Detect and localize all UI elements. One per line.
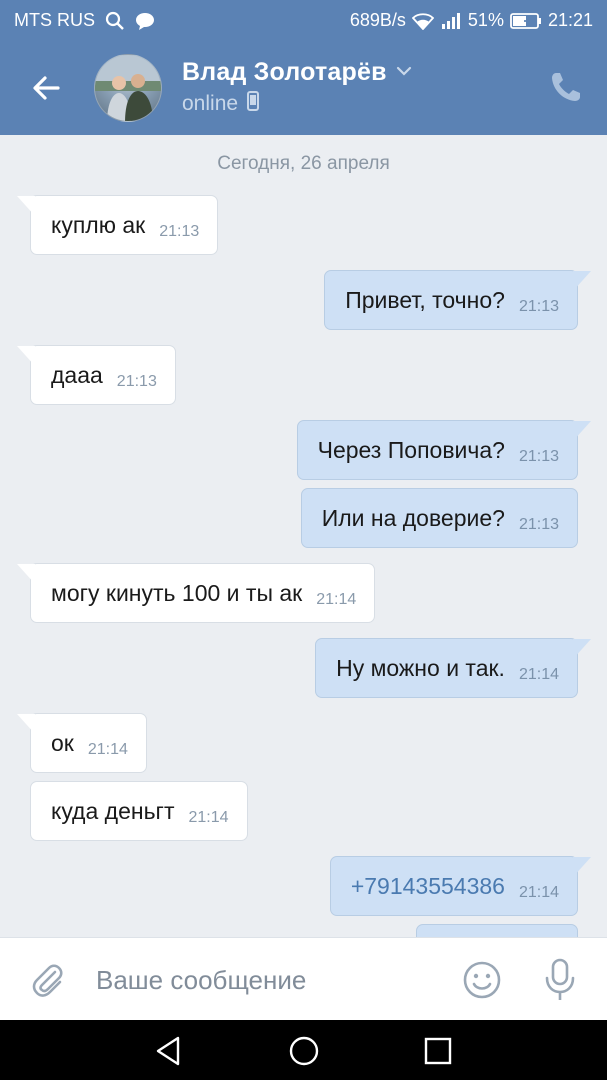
chat-header: Влад Золотарёв online: [0, 40, 607, 135]
message-text: Привет, точно?: [345, 286, 505, 313]
message-incoming[interactable]: куда деньгт 21:14: [30, 781, 248, 841]
battery-percent: 51%: [467, 10, 504, 30]
message-time: 21:14: [518, 884, 559, 901]
message-time: 21:14: [87, 741, 128, 758]
date-separator: Сегодня, 26 апреля: [217, 153, 390, 174]
message-text: Или на доверие?: [321, 504, 505, 531]
carrier-label: MTS RUS: [14, 10, 95, 30]
composer: [0, 937, 607, 1020]
presence-label: online: [182, 92, 239, 115]
message-outgoing-partial[interactable]: [416, 924, 578, 937]
clock: 21:21: [547, 10, 593, 30]
message-text: дааа: [51, 361, 103, 388]
phone-number-link[interactable]: +79143554386: [351, 873, 505, 900]
message-time: 21:14: [518, 666, 559, 683]
message-time: 21:14: [188, 809, 229, 826]
nav-recents-icon[interactable]: [421, 1034, 455, 1068]
back-arrow-icon[interactable]: [28, 70, 64, 106]
battery-charging-icon: [510, 12, 542, 29]
message-incoming[interactable]: могу кинуть 100 и ты ак 21:14: [17, 563, 376, 623]
signal-icon: [440, 12, 462, 30]
message-outgoing[interactable]: Или на доверие? 21:13: [300, 488, 578, 548]
contact-name: Влад Золотарёв: [182, 58, 387, 86]
message-text: куплю ак: [51, 211, 146, 238]
message-time: 21:13: [116, 373, 157, 390]
message-text: куда деньгт: [51, 797, 175, 824]
message-incoming[interactable]: дааа 21:13: [17, 345, 176, 405]
message-incoming[interactable]: куплю ак 21:13: [17, 195, 219, 255]
search-icon: [105, 11, 125, 31]
message-outgoing[interactable]: Через Поповича? 21:13: [296, 420, 591, 480]
message-list[interactable]: Сегодня, 26 апреля куплю ак 21:13 Привет…: [0, 135, 607, 937]
message-outgoing[interactable]: +79143554386 21:14: [329, 856, 591, 916]
wifi-icon: [411, 12, 434, 30]
chevron-down-icon: [395, 64, 413, 82]
message-time: 21:13: [159, 223, 200, 240]
message-text: Через Поповича?: [317, 436, 505, 463]
contact-avatar[interactable]: [94, 54, 162, 122]
message-text: могу кинуть 100 и ты ак: [51, 579, 303, 606]
message-text: ок: [51, 729, 74, 756]
chat-bubble-icon: [135, 11, 155, 31]
emoji-icon[interactable]: [462, 960, 502, 1000]
network-speed: 689B/s: [349, 10, 406, 30]
message-text: Ну можно и так.: [336, 654, 505, 681]
message-time: 21:14: [316, 591, 357, 608]
message-outgoing[interactable]: Ну можно и так. 21:14: [315, 638, 591, 698]
message-time: 21:13: [518, 298, 559, 315]
message-input[interactable]: [96, 960, 436, 1000]
message-outgoing[interactable]: Привет, точно? 21:13: [324, 270, 591, 330]
nav-back-icon[interactable]: [152, 1034, 186, 1068]
mobile-icon: [246, 91, 260, 117]
message-time: 21:13: [518, 448, 559, 465]
status-bar: MTS RUS 689B/s 51% 21:21: [0, 0, 607, 40]
message-incoming[interactable]: ок 21:14: [17, 713, 147, 773]
paperclip-icon[interactable]: [28, 960, 68, 1000]
microphone-icon[interactable]: [542, 958, 578, 1002]
message-time: 21:13: [518, 516, 559, 533]
phone-icon[interactable]: [549, 70, 583, 104]
nav-home-icon[interactable]: [287, 1034, 321, 1068]
presence-row: online: [182, 91, 260, 117]
contact-name-row[interactable]: Влад Золотарёв: [182, 58, 413, 87]
system-nav-bar: [0, 1020, 607, 1080]
